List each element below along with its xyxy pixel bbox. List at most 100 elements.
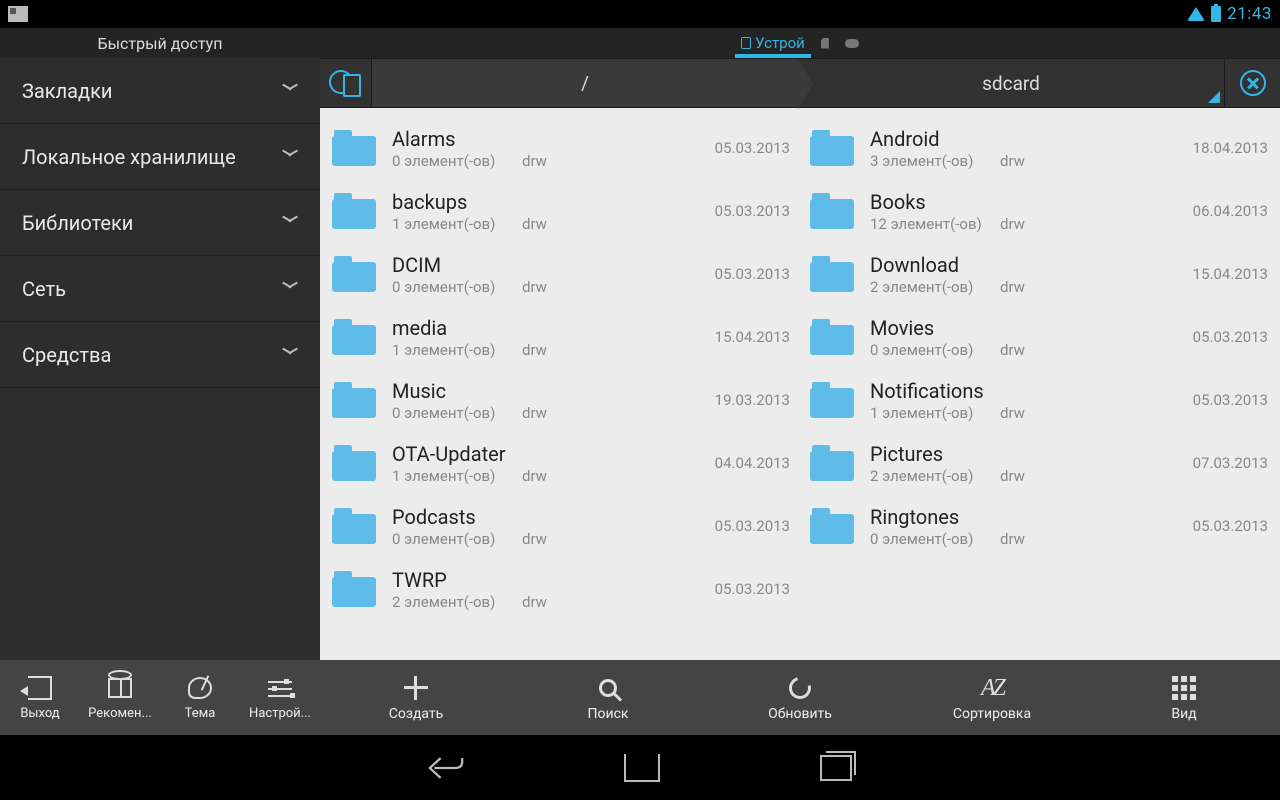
create-button[interactable]: Создать bbox=[320, 660, 512, 735]
file-row[interactable]: Podcasts0 элемент(-ов)drw05.03.2013 bbox=[332, 494, 790, 557]
file-row[interactable]: Notifications1 элемент(-ов)drw05.03.2013 bbox=[810, 368, 1268, 431]
action-label: Поиск bbox=[588, 706, 629, 722]
search-button[interactable]: Поиск bbox=[512, 660, 704, 735]
action-label: Тема bbox=[185, 706, 216, 721]
file-date: 15.04.2013 bbox=[715, 328, 790, 346]
file-perms: drw bbox=[1000, 530, 1060, 548]
recommend-button[interactable]: Рекомен... bbox=[80, 660, 160, 735]
tab-sd[interactable] bbox=[815, 34, 835, 53]
folder-icon bbox=[332, 126, 376, 170]
folder-icon bbox=[332, 441, 376, 485]
file-perms: drw bbox=[522, 341, 582, 359]
file-perms: drw bbox=[522, 278, 582, 296]
file-row[interactable]: Android3 элемент(-ов)drw18.04.2013 bbox=[810, 116, 1268, 179]
folder-icon bbox=[810, 126, 854, 170]
file-listing[interactable]: Alarms0 элемент(-ов)drw05.03.2013backups… bbox=[320, 108, 1280, 660]
sidebar-item-network[interactable]: Сеть bbox=[0, 256, 320, 322]
exit-button[interactable]: Выход bbox=[0, 660, 80, 735]
file-row[interactable]: media1 элемент(-ов)drw15.04.2013 bbox=[332, 305, 790, 368]
file-perms: drw bbox=[522, 215, 582, 233]
file-count: 1 элемент(-ов) bbox=[392, 215, 522, 233]
file-name: media bbox=[392, 315, 699, 341]
sd-icon bbox=[821, 38, 829, 49]
palette-icon bbox=[188, 677, 212, 699]
refresh-button[interactable]: Обновить bbox=[704, 660, 896, 735]
path-location-button[interactable] bbox=[320, 59, 372, 107]
view-button[interactable]: Вид bbox=[1088, 660, 1280, 735]
file-row[interactable]: Books12 элемент(-ов)drw06.04.2013 bbox=[810, 179, 1268, 242]
file-row[interactable]: Pictures2 элемент(-ов)drw07.03.2013 bbox=[810, 431, 1268, 494]
chevron-down-icon bbox=[282, 152, 298, 162]
file-perms: drw bbox=[1000, 341, 1060, 359]
file-name: Ringtones bbox=[870, 504, 1177, 530]
file-name: OTA-Updater bbox=[392, 441, 699, 467]
file-date: 05.03.2013 bbox=[1193, 391, 1268, 409]
folder-icon bbox=[810, 252, 854, 296]
sidebar-item-libraries[interactable]: Библиотеки bbox=[0, 190, 320, 256]
file-row[interactable]: Movies0 элемент(-ов)drw05.03.2013 bbox=[810, 305, 1268, 368]
sidebar-item-label: Сеть bbox=[22, 277, 66, 301]
path-close-button[interactable] bbox=[1224, 59, 1280, 107]
grid-icon bbox=[1172, 676, 1196, 700]
bottom-right-actions: Создать Поиск Обновить AZ Сортировка Вид bbox=[320, 660, 1280, 735]
file-perms: drw bbox=[522, 152, 582, 170]
file-row[interactable]: backups1 элемент(-ов)drw05.03.2013 bbox=[332, 179, 790, 242]
nav-recent-button[interactable] bbox=[820, 755, 852, 781]
folder-icon bbox=[810, 504, 854, 548]
dropdown-corner-icon bbox=[1208, 91, 1220, 103]
file-row[interactable]: Download2 элемент(-ов)drw15.04.2013 bbox=[810, 242, 1268, 305]
path-segment-root[interactable]: / bbox=[372, 59, 798, 107]
file-perms: drw bbox=[1000, 278, 1060, 296]
folder-icon bbox=[810, 378, 854, 422]
folder-icon bbox=[332, 252, 376, 296]
file-date: 18.04.2013 bbox=[1193, 139, 1268, 157]
action-label: Рекомен... bbox=[88, 706, 152, 721]
folder-icon bbox=[332, 315, 376, 359]
nav-back-button[interactable] bbox=[428, 753, 464, 783]
file-count: 0 элемент(-ов) bbox=[392, 278, 522, 296]
tab-device[interactable]: Устрой bbox=[735, 28, 811, 58]
file-row[interactable]: Music0 элемент(-ов)drw19.03.2013 bbox=[332, 368, 790, 431]
file-row[interactable]: Ringtones0 элемент(-ов)drw05.03.2013 bbox=[810, 494, 1268, 557]
close-icon bbox=[1240, 70, 1266, 96]
search-icon bbox=[599, 679, 617, 697]
sort-button[interactable]: AZ Сортировка bbox=[896, 660, 1088, 735]
exit-icon bbox=[28, 676, 52, 700]
sidebar-item-bookmarks[interactable]: Закладки bbox=[0, 58, 320, 124]
file-perms: drw bbox=[1000, 215, 1060, 233]
file-count: 1 элемент(-ов) bbox=[392, 467, 522, 485]
sidebar-item-tools[interactable]: Средства bbox=[0, 322, 320, 388]
file-perms: drw bbox=[1000, 152, 1060, 170]
file-perms: drw bbox=[522, 593, 582, 611]
chevron-down-icon bbox=[282, 86, 298, 96]
file-row[interactable]: Alarms0 элемент(-ов)drw05.03.2013 bbox=[332, 116, 790, 179]
notification-icon bbox=[8, 6, 28, 22]
sidebar-item-local-storage[interactable]: Локальное хранилище bbox=[0, 124, 320, 190]
file-date: 04.04.2013 bbox=[715, 454, 790, 472]
file-count: 0 элемент(-ов) bbox=[870, 341, 1000, 359]
sidebar-item-label: Локальное хранилище bbox=[22, 145, 236, 169]
home-icon bbox=[624, 754, 660, 782]
path-segment-current[interactable]: sdcard bbox=[798, 59, 1224, 107]
settings-button[interactable]: Настрой... bbox=[240, 660, 320, 735]
file-count: 0 элемент(-ов) bbox=[392, 152, 522, 170]
status-bar: 21:43 bbox=[0, 0, 1280, 28]
bottom-left-actions: Выход Рекомен... Тема Настрой... bbox=[0, 660, 320, 735]
file-row[interactable]: TWRP2 элемент(-ов)drw05.03.2013 bbox=[332, 557, 790, 620]
tab-cloud[interactable] bbox=[839, 35, 865, 52]
action-label: Создать bbox=[389, 706, 444, 722]
sliders-icon bbox=[268, 678, 292, 698]
file-count: 0 элемент(-ов) bbox=[392, 530, 522, 548]
file-date: 07.03.2013 bbox=[1193, 454, 1268, 472]
file-perms: drw bbox=[1000, 467, 1060, 485]
file-date: 15.04.2013 bbox=[1193, 265, 1268, 283]
folder-icon bbox=[810, 441, 854, 485]
device-icon bbox=[741, 37, 751, 49]
theme-button[interactable]: Тема bbox=[160, 660, 240, 735]
file-row[interactable]: DCIM0 элемент(-ов)drw05.03.2013 bbox=[332, 242, 790, 305]
file-date: 05.03.2013 bbox=[715, 139, 790, 157]
file-name: Movies bbox=[870, 315, 1177, 341]
nav-home-button[interactable] bbox=[624, 754, 660, 782]
chevron-down-icon bbox=[282, 350, 298, 360]
file-row[interactable]: OTA-Updater1 элемент(-ов)drw04.04.2013 bbox=[332, 431, 790, 494]
